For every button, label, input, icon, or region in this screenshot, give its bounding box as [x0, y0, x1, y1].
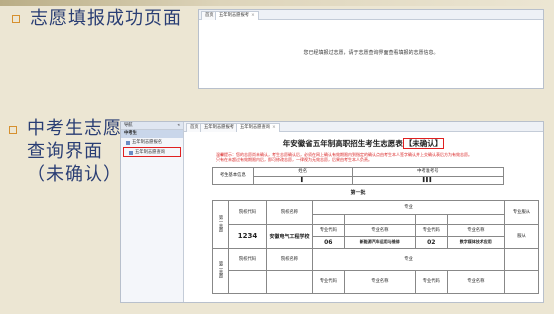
- major-header: 专业: [312, 200, 505, 215]
- tab-strip: 首页 五年制志愿报考 ×: [199, 10, 543, 20]
- major2-code-header: 专业代码: [414, 224, 448, 237]
- school-code-value: 1234: [228, 224, 267, 249]
- warning-line-2: 只有在未超过有效期限内后，即可修改志愿，一律视为无效志愿，后果由考生本人负责。: [216, 157, 372, 162]
- school-code-header: 院校代码: [228, 200, 267, 225]
- document-icon: [126, 140, 130, 145]
- label-query-line1: 中考生志愿: [27, 118, 122, 139]
- volunteer-2-label: 第二志愿: [212, 248, 229, 294]
- examinee-header: 考生基本信息: [212, 167, 254, 185]
- adjust-header: 专业服从: [504, 200, 539, 225]
- search-icon: [129, 150, 133, 155]
- tab-apply[interactable]: 五年制志愿报考×: [215, 11, 259, 20]
- name-value: ▌: [252, 175, 353, 185]
- main-panel: 首页 五年制志愿报考× 五年制志愿查询× 年安徽省五年制高职招生考生志愿表【未确…: [184, 122, 543, 302]
- examinee-info-table: 考生基本信息 姓名 中考准考号 ▌ ▌▌▌: [212, 167, 505, 185]
- name-header: 姓名: [252, 167, 353, 177]
- volunteer-table: 第一志愿 院校代码 院校名称 专业 专业服从 1234 安徽电气工程学校 专业代…: [212, 200, 539, 294]
- major2-code-value: 02: [414, 236, 448, 249]
- success-page-screenshot: 首页 五年制志愿报考 × 您已经填报过志愿，请于志愿查询界面查看填报的志愿信息。: [198, 9, 544, 89]
- label-query-line3: （未确认）: [27, 164, 122, 185]
- status-badge: 【未确认】: [402, 138, 445, 149]
- tab-close-icon[interactable]: ×: [272, 125, 276, 130]
- form-title: 年安徽省五年制高职招生考生志愿表 【未确认】: [282, 138, 445, 149]
- exam-no-value: ▌▌▌: [351, 175, 505, 185]
- major-name-header-2: 专业名称: [343, 270, 416, 294]
- major2-name-value: 数字媒体技术应用: [446, 236, 506, 249]
- major1-code-header: 专业代码: [312, 224, 345, 237]
- school-name-header: 院校名称: [266, 200, 313, 225]
- major-code-header-3: 专业代码: [414, 270, 448, 294]
- label-query-line2: 查询界面: [27, 141, 103, 162]
- tab-strip: 首页 五年制志愿报考× 五年制志愿查询×: [184, 122, 543, 132]
- sidebar-item-apply[interactable]: 五年制志愿报名: [121, 138, 183, 146]
- volunteer-1-label: 第一志愿: [212, 200, 229, 249]
- sidebar-header: 导航 «: [121, 122, 183, 130]
- major-code-header-2: 专业代码: [312, 270, 345, 294]
- school-name-header-2: 院校名称: [266, 248, 313, 271]
- major1-name-header: 专业名称: [343, 224, 416, 237]
- label-success-page: 志愿填报成功页面: [30, 8, 182, 29]
- school-name-value: 安徽电气工程学校: [266, 224, 313, 249]
- major1-code-value: 06: [312, 236, 345, 249]
- major-name-header-3: 专业名称: [446, 270, 506, 294]
- bullet-square-icon: [9, 126, 17, 134]
- sidebar-section[interactable]: 中考生: [121, 130, 183, 138]
- query-page-screenshot: 导航 « 中考生 五年制志愿报名 五年制志愿查询 首页 五年制志愿报考× 五年制…: [120, 121, 544, 303]
- exam-no-header: 中考准考号: [351, 167, 505, 177]
- slide-top-bar: [0, 0, 554, 6]
- tab-close-icon[interactable]: ×: [251, 13, 255, 18]
- batch-title: 第一批: [350, 190, 366, 196]
- major2-name-header: 专业名称: [446, 224, 506, 237]
- sidebar: 导航 « 中考生 五年制志愿报名 五年制志愿查询: [121, 122, 184, 302]
- sidebar-item-query[interactable]: 五年制志愿查询: [123, 147, 181, 158]
- major1-name-value: 新能源汽车运用与维修: [343, 236, 416, 249]
- school-code-header-2: 院校代码: [228, 248, 267, 271]
- major-header-2: 专业: [312, 248, 505, 271]
- collapse-icon[interactable]: «: [177, 123, 180, 128]
- success-message: 您已经填报过志愿，请于志愿查询界面查看填报的志愿信息。: [303, 50, 439, 56]
- tab-query[interactable]: 五年制志愿查询 ×: [236, 123, 280, 132]
- bullet-square-icon: [12, 15, 20, 23]
- adjust-value: 服从: [504, 224, 539, 249]
